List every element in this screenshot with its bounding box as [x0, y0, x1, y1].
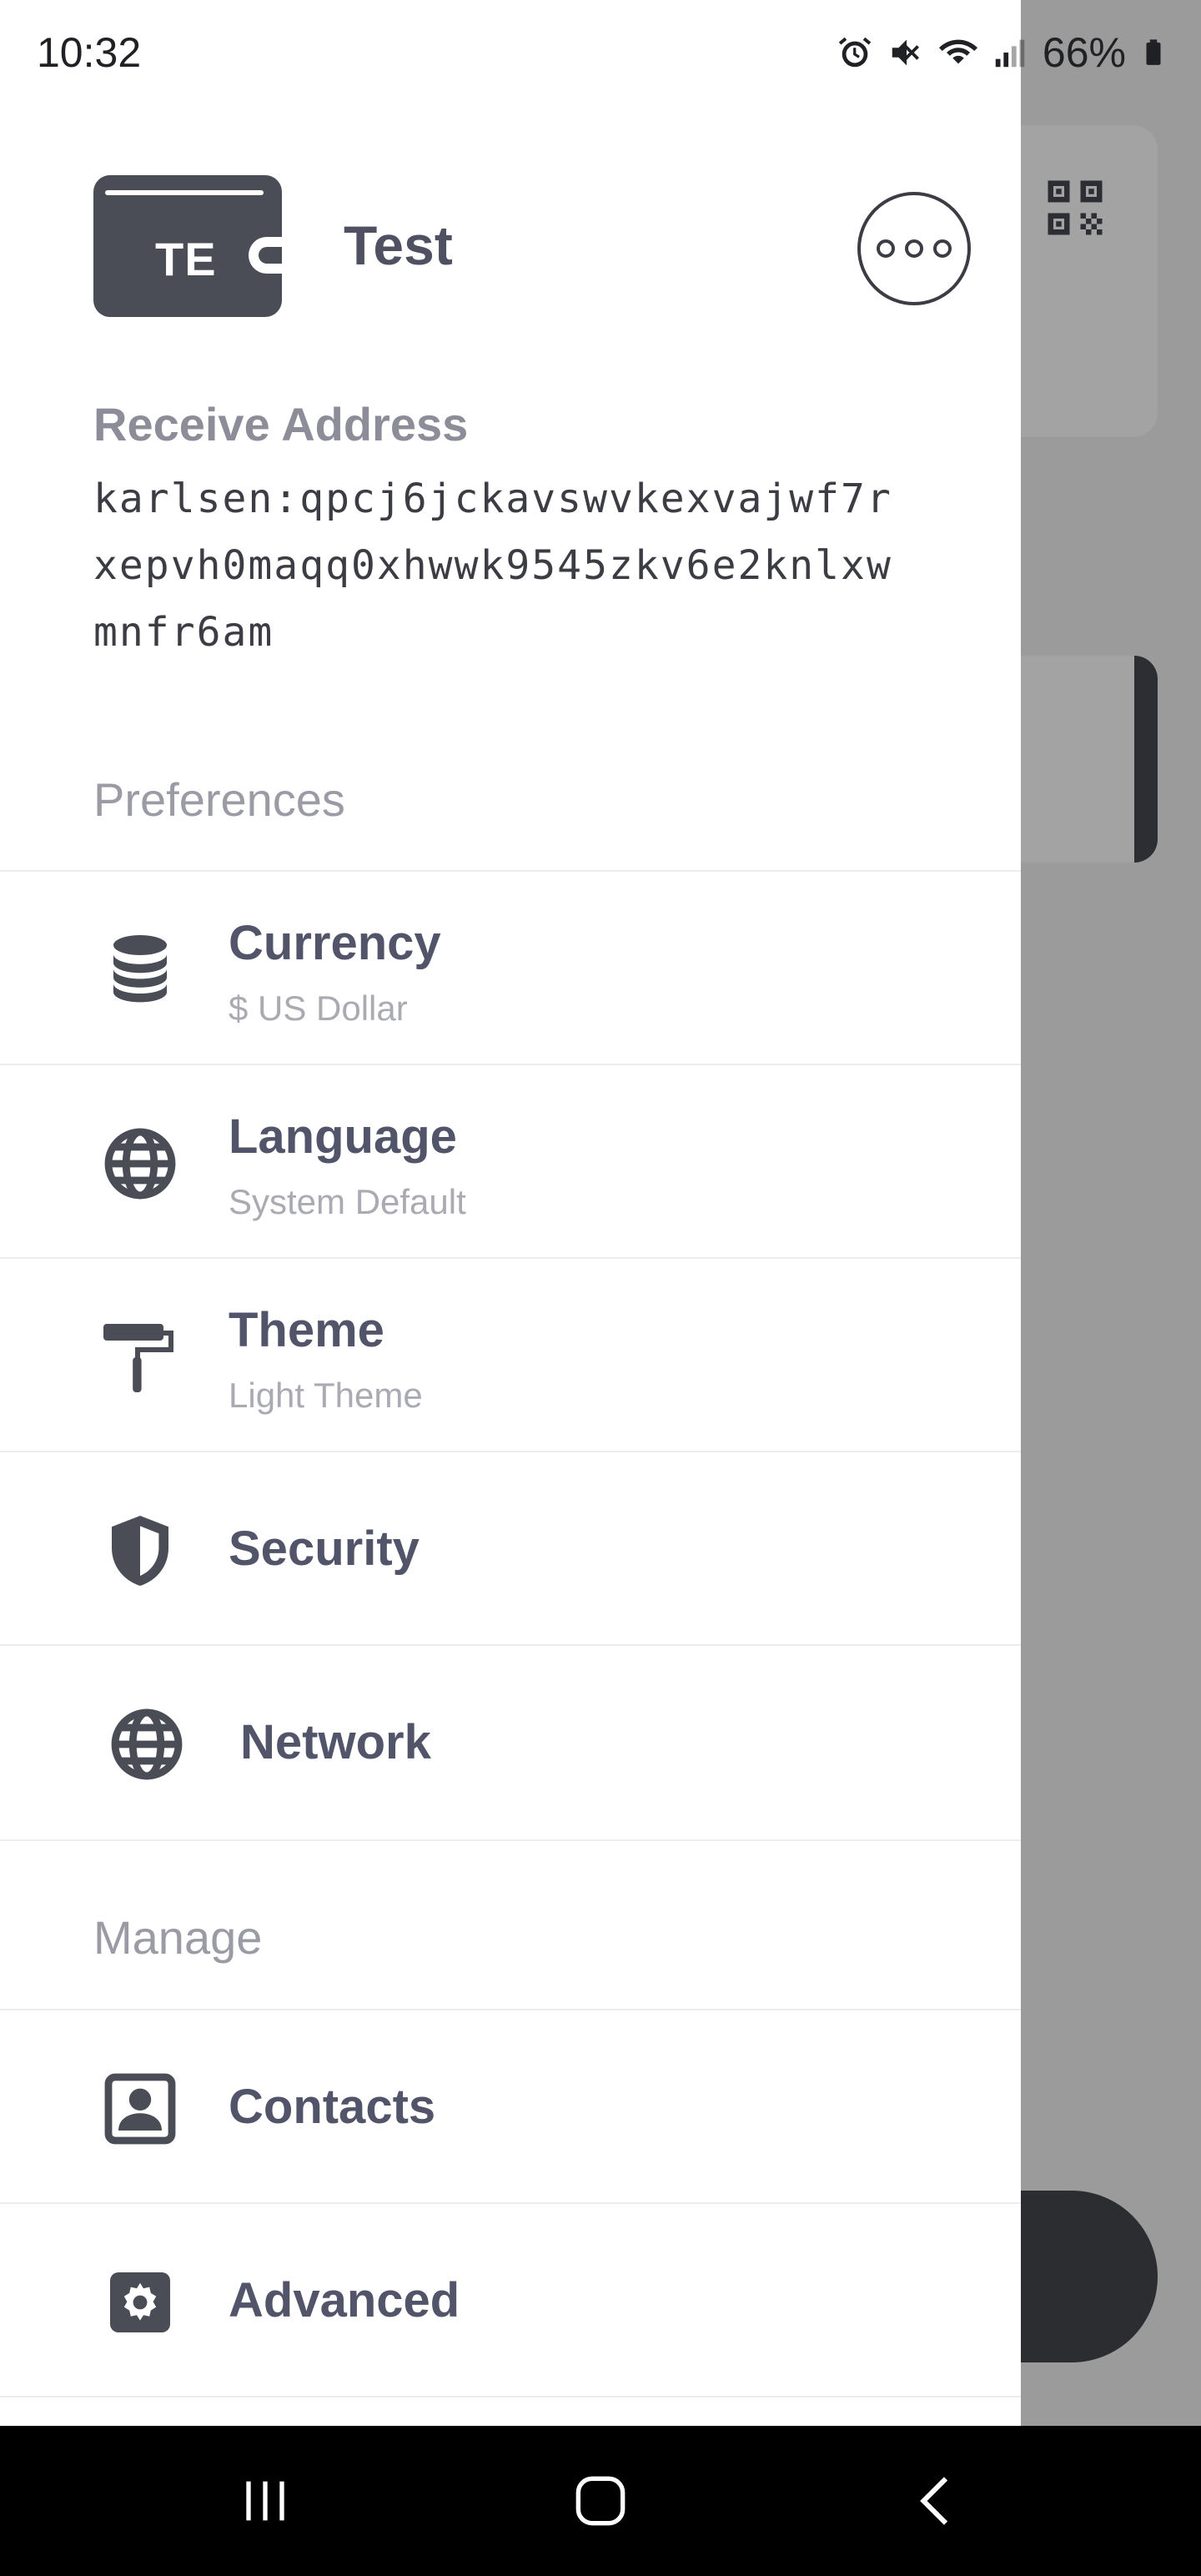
menu-item-advanced[interactable]: Advanced [0, 2204, 1021, 2397]
menu-item-subtitle: System Default [229, 1182, 466, 1221]
receive-address-value[interactable]: karlsen:qpcj6jckavswvkexvajwf7rxepvh0maq… [93, 465, 894, 666]
menu-item-title: Network [240, 1715, 431, 1769]
recent-apps-icon [246, 2481, 284, 2521]
more-options-button[interactable] [857, 192, 971, 305]
menu-item-language[interactable]: Language System Default [0, 1065, 1021, 1259]
navigation-drawer: TE Test Receive Address karlsen:qpcj6jck… [0, 0, 1021, 2426]
menu-item-title: Language [229, 1109, 457, 1164]
wallet-name: Test [344, 214, 453, 276]
contact-card-icon [98, 2067, 182, 2151]
home-icon [575, 2476, 626, 2526]
system-navigation-bar [0, 2426, 1201, 2576]
wallet-initials: TE [155, 233, 217, 285]
battery-icon [1146, 39, 1161, 65]
menu-item-title: Advanced [229, 2273, 460, 2327]
dot-icon [877, 239, 895, 258]
menu-item-network[interactable]: Network [0, 1646, 1021, 1839]
menu-item-title: Currency [229, 916, 441, 970]
battery-percentage: 66% [1042, 29, 1126, 76]
menu-item-security[interactable]: Security [0, 1452, 1021, 1646]
paint-roller-icon [98, 1316, 182, 1399]
menu-item-title: Security [229, 1522, 420, 1576]
wallet-clasp-icon [249, 237, 282, 274]
globe-icon [98, 1122, 182, 1205]
home-button[interactable] [559, 2459, 642, 2543]
qr-scan-icon [1048, 180, 1103, 235]
menu-item-title: Contacts [229, 2080, 436, 2134]
status-icons: 66% [836, 28, 1168, 77]
wifi-icon [938, 39, 977, 64]
recent-apps-button[interactable] [224, 2459, 307, 2543]
gear-icon [98, 2261, 182, 2344]
menu-item-subtitle: $ US Dollar [229, 989, 408, 1028]
alarm-icon [838, 37, 872, 68]
status-time: 10:32 [37, 29, 142, 76]
back-icon [920, 2477, 948, 2525]
menu-item-currency[interactable]: Currency $ US Dollar [0, 872, 1021, 1065]
globe-icon [105, 1703, 188, 1786]
menu-item-title: Theme [229, 1303, 384, 1357]
mute-icon [892, 39, 919, 66]
shield-icon [98, 1509, 182, 1592]
menu-item-contacts[interactable]: Contacts [0, 2010, 1021, 2204]
divider [0, 2396, 1021, 2397]
status-bar: 10:32 66% [0, 0, 1201, 108]
dot-icon [905, 239, 923, 258]
manage-header: Manage [93, 1911, 263, 1964]
receive-address-label: Receive Address [93, 398, 469, 450]
menu-item-theme[interactable]: Theme Light Theme [0, 1259, 1021, 1452]
menu-item-subtitle: Light Theme [229, 1376, 423, 1415]
wallet-avatar[interactable]: TE [93, 175, 282, 317]
back-button[interactable] [896, 2459, 979, 2543]
divider [0, 1839, 1021, 1841]
preferences-header: Preferences [93, 773, 345, 826]
coins-icon [98, 928, 182, 1012]
signal-icon [995, 39, 1025, 68]
dot-icon [933, 239, 952, 258]
